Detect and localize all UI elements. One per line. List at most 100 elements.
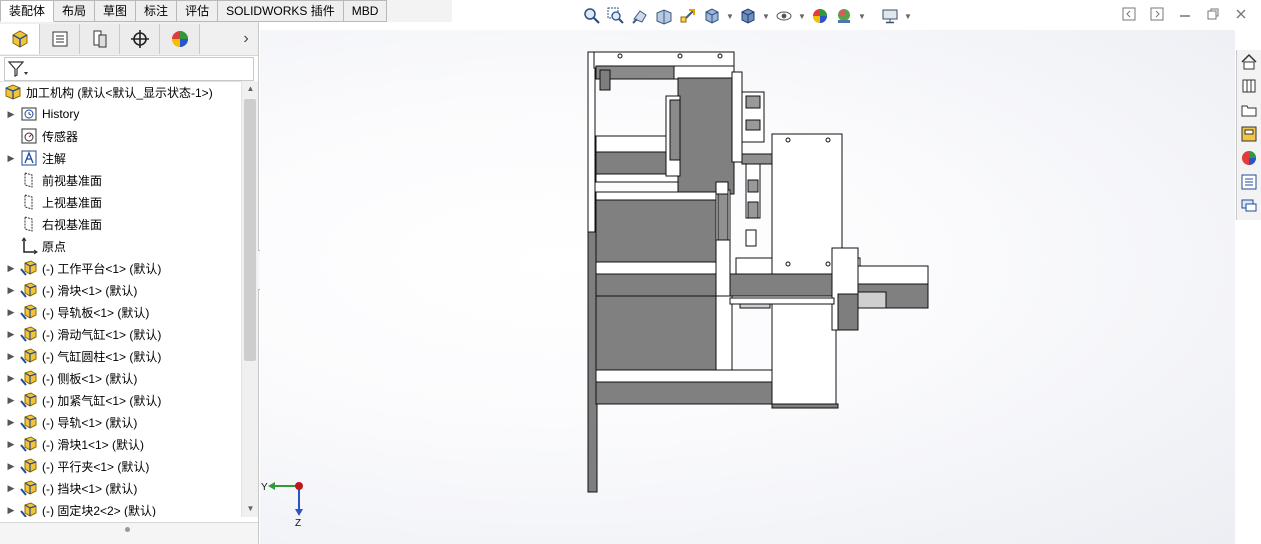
configurationmanager-tab[interactable] bbox=[80, 23, 120, 54]
expand-arrow-icon[interactable]: ▶ bbox=[6, 373, 16, 384]
tree-item[interactable]: ▶ (-) 滑块1<1> (默认) bbox=[0, 433, 241, 455]
triad-origin bbox=[295, 482, 303, 490]
edit-appearance-icon[interactable] bbox=[810, 6, 830, 26]
tree-item[interactable]: 前视基准面 bbox=[0, 169, 241, 191]
tree-root[interactable]: 加工机构 (默认<默认_显示状态-1>) bbox=[0, 81, 241, 103]
chevron-down-icon[interactable]: ▼ bbox=[762, 12, 770, 21]
chevron-right-icon[interactable]: › bbox=[234, 30, 258, 48]
tab-markup[interactable]: 标注 bbox=[136, 0, 178, 22]
clamp-cylinder bbox=[837, 293, 859, 331]
tree-item[interactable]: ▶ (-) 滑动气缸<1> (默认) bbox=[0, 323, 241, 345]
expand-arrow-icon[interactable]: ▶ bbox=[6, 395, 16, 406]
expand-arrow-icon[interactable]: ▶ bbox=[6, 351, 16, 362]
section-view-icon[interactable] bbox=[654, 6, 674, 26]
scroll-down-icon[interactable]: ▼ bbox=[242, 501, 259, 517]
tree-item[interactable]: ▶ 注解 bbox=[0, 147, 241, 169]
tree-scrollbar[interactable]: ▲ ▼ bbox=[241, 81, 258, 517]
propertymanager-tab[interactable] bbox=[40, 23, 80, 54]
tree-item-label: (-) 导轨板<1> (默认) bbox=[42, 305, 150, 320]
part-icon bbox=[20, 391, 38, 409]
expand-arrow-icon[interactable]: ▶ bbox=[6, 461, 16, 472]
filter-input[interactable] bbox=[4, 56, 254, 81]
expand-arrow-icon[interactable]: ▶ bbox=[6, 439, 16, 450]
tree-item[interactable]: ▶ (-) 固定块2<2> (默认) bbox=[0, 499, 241, 517]
tree-item[interactable]: 传感器 bbox=[0, 125, 241, 147]
home-icon[interactable] bbox=[1237, 50, 1261, 74]
dimxpert-tab[interactable] bbox=[120, 23, 160, 54]
assembly-model[interactable] bbox=[260, 30, 1235, 544]
featuremanager-icon bbox=[12, 29, 27, 48]
tree-item[interactable]: ▶ (-) 加紧气缸<1> (默认) bbox=[0, 389, 241, 411]
slide-block-upper bbox=[677, 77, 735, 195]
tree-item[interactable]: ▶ (-) 工作平台<1> (默认) bbox=[0, 257, 241, 279]
tree-item[interactable]: ▶ (-) 导轨<1> (默认) bbox=[0, 411, 241, 433]
annotation-icon bbox=[20, 149, 38, 167]
tab-addins[interactable]: SOLIDWORKS 插件 bbox=[218, 0, 344, 22]
chevron-down-icon[interactable]: ▼ bbox=[904, 12, 912, 21]
tree-item[interactable]: 原点 bbox=[0, 235, 241, 257]
close-icon[interactable] bbox=[1233, 6, 1249, 22]
tile-left-icon[interactable] bbox=[1121, 6, 1137, 22]
view-settings-icon[interactable] bbox=[880, 6, 900, 26]
featuremanager-tab[interactable] bbox=[0, 23, 40, 54]
view-orientation-icon[interactable] bbox=[702, 6, 722, 26]
part-icon bbox=[20, 435, 38, 453]
tree-item-label: (-) 导轨<1> (默认) bbox=[42, 415, 138, 430]
graphics-area[interactable]: Y Z bbox=[260, 30, 1235, 544]
tree-item-label: History bbox=[42, 107, 80, 121]
tab-evaluate[interactable]: 评估 bbox=[177, 0, 219, 22]
splitter-dot[interactable] bbox=[125, 527, 130, 532]
restore-icon[interactable] bbox=[1205, 6, 1221, 22]
dynamic-annotation-icon[interactable] bbox=[678, 6, 698, 26]
scroll-up-icon[interactable]: ▲ bbox=[242, 81, 259, 97]
expand-arrow-icon[interactable]: ▶ bbox=[6, 263, 16, 274]
tab-mbd[interactable]: MBD bbox=[343, 0, 388, 22]
tab-sketch[interactable]: 草图 bbox=[95, 0, 137, 22]
expand-arrow-icon[interactable]: ▶ bbox=[6, 483, 16, 494]
chevron-down-icon[interactable]: ▼ bbox=[726, 12, 734, 21]
tree-item[interactable]: ▶ (-) 滑块<1> (默认) bbox=[0, 279, 241, 301]
expand-arrow-icon[interactable]: ▶ bbox=[6, 109, 16, 120]
display-style-icon[interactable] bbox=[738, 6, 758, 26]
chevron-down-icon[interactable]: ▼ bbox=[858, 12, 866, 21]
view-palette-icon[interactable] bbox=[1237, 122, 1261, 146]
tree-item[interactable]: ▶ (-) 平行夹<1> (默认) bbox=[0, 455, 241, 477]
tree-item[interactable]: ▶ (-) 气缸圆柱<1> (默认) bbox=[0, 345, 241, 367]
tree-item[interactable]: ▶ (-) 导轨板<1> (默认) bbox=[0, 301, 241, 323]
forum-icon[interactable] bbox=[1237, 194, 1261, 218]
displaymanager-tab[interactable] bbox=[160, 23, 200, 54]
design-library-icon[interactable] bbox=[1237, 74, 1261, 98]
expand-arrow-icon[interactable]: ▶ bbox=[6, 329, 16, 340]
expand-arrow-icon[interactable]: ▶ bbox=[6, 417, 16, 428]
expand-arrow-icon[interactable]: ▶ bbox=[6, 285, 16, 296]
file-explorer-icon[interactable] bbox=[1237, 98, 1261, 122]
origin-icon bbox=[20, 237, 38, 255]
scrollbar-thumb[interactable] bbox=[244, 99, 256, 361]
appearances-icon[interactable] bbox=[1237, 146, 1261, 170]
expand-arrow-icon[interactable]: ▶ bbox=[6, 153, 16, 164]
tab-assembly[interactable]: 装配体 bbox=[0, 0, 55, 22]
tree-item-label: (-) 滑动气缸<1> (默认) bbox=[42, 327, 162, 342]
tile-right-icon[interactable] bbox=[1149, 6, 1165, 22]
tree-item[interactable]: 上视基准面 bbox=[0, 191, 241, 213]
tree-item[interactable]: ▶ (-) 挡块<1> (默认) bbox=[0, 477, 241, 499]
expand-arrow-icon[interactable]: ▶ bbox=[6, 307, 16, 318]
featuremanager-panel: › 加工机构 (默认<默认_显示状态-1>) ▶ History 传感器 ▶ 注解 前视基… bbox=[0, 22, 259, 544]
panel-footer bbox=[0, 522, 258, 544]
apply-scene-icon[interactable] bbox=[834, 6, 854, 26]
tree-item[interactable]: ▶ History bbox=[0, 103, 241, 125]
tree-item[interactable]: 右视基准面 bbox=[0, 213, 241, 235]
tree-item[interactable]: ▶ (-) 侧板<1> (默认) bbox=[0, 367, 241, 389]
chevron-down-icon[interactable]: ▼ bbox=[798, 12, 806, 21]
expand-arrow-icon[interactable]: ▶ bbox=[6, 505, 16, 516]
tab-layout[interactable]: 布局 bbox=[54, 0, 96, 22]
previous-view-icon[interactable] bbox=[630, 6, 650, 26]
part-icon bbox=[20, 303, 38, 321]
zoom-to-fit-icon[interactable] bbox=[582, 6, 602, 26]
custom-properties-icon[interactable] bbox=[1237, 170, 1261, 194]
hide-show-icon[interactable] bbox=[774, 6, 794, 26]
mount-plate-upper bbox=[587, 51, 596, 233]
minimize-icon[interactable] bbox=[1177, 6, 1193, 22]
zoom-area-icon[interactable] bbox=[606, 6, 626, 26]
command-manager-tabs: 装配体 布局 草图 标注 评估 SOLIDWORKS 插件 MBD bbox=[0, 0, 452, 22]
